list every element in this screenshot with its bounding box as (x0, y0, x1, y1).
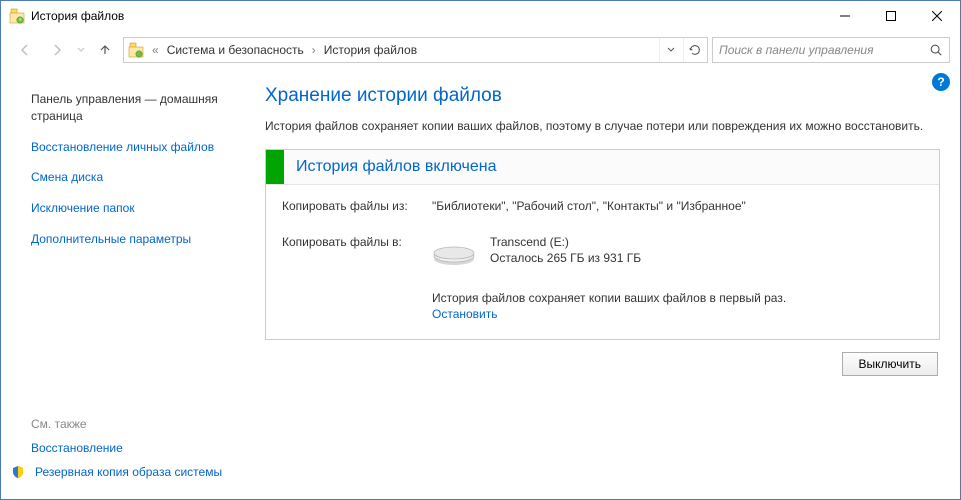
see-also-label: Резервная копия образа системы (35, 465, 222, 479)
address-icon (128, 42, 144, 58)
content-area: ? Панель управления — домашняя страница … (1, 69, 960, 499)
navigation-row: « Система и безопасность › История файло… (1, 31, 960, 69)
status-title: История файлов включена (284, 150, 508, 184)
control-panel-home[interactable]: Панель управления — домашняя страница (31, 91, 231, 125)
sidebar-link-advanced-settings[interactable]: Дополнительные параметры (31, 231, 231, 248)
status-color-bar (266, 150, 284, 184)
close-button[interactable] (914, 1, 960, 31)
forward-button[interactable] (43, 36, 71, 64)
page-heading: Хранение истории файлов (265, 85, 940, 107)
first-copy-block: История файлов сохраняет копии ваших фай… (432, 291, 923, 321)
breadcrumb-chevron-icon[interactable]: › (310, 43, 318, 57)
breadcrumb-part-1[interactable]: Система и безопасность (163, 38, 308, 62)
copy-from-value: "Библиотеки", "Рабочий стол", "Контакты"… (432, 199, 746, 213)
drive-icon (432, 239, 476, 267)
search-box[interactable] (712, 37, 950, 63)
see-also-heading: См. также (31, 417, 231, 431)
search-input[interactable] (717, 42, 927, 58)
up-button[interactable] (91, 36, 119, 64)
app-icon (9, 8, 25, 24)
main-panel: Хранение истории файлов История файлов с… (247, 69, 960, 499)
copy-from-label: Копировать файлы из: (282, 199, 432, 213)
status-box: История файлов включена Копировать файлы… (265, 149, 940, 340)
see-also-recovery[interactable]: Восстановление (31, 441, 231, 455)
see-also-system-image-backup[interactable]: Резервная копия образа системы (31, 465, 231, 479)
see-also-label: Восстановление (31, 441, 123, 455)
window-buttons (822, 1, 960, 31)
address-bar[interactable]: « Система и безопасность › История файло… (123, 37, 708, 63)
minimize-button[interactable] (822, 1, 868, 31)
recent-locations-button[interactable] (75, 38, 87, 62)
copy-to-row: Копировать файлы в: T (282, 235, 923, 267)
sidebar-link-select-drive[interactable]: Смена диска (31, 169, 231, 186)
copy-from-row: Копировать файлы из: "Библиотеки", "Рабо… (282, 199, 923, 213)
search-icon[interactable] (927, 41, 945, 59)
sidebar-link-restore[interactable]: Восстановление личных файлов (31, 139, 231, 156)
sidebar-link-exclude-folders[interactable]: Исключение папок (31, 200, 231, 217)
address-dropdown-button[interactable] (659, 38, 681, 62)
copy-to-label: Копировать файлы в: (282, 235, 432, 267)
refresh-button[interactable] (683, 38, 705, 62)
sidebar: Панель управления — домашняя страница Во… (1, 71, 247, 499)
maximize-button[interactable] (868, 1, 914, 31)
turn-off-button[interactable]: Выключить (842, 352, 938, 376)
status-header: История файлов включена (266, 150, 939, 185)
titlebar: История файлов (1, 1, 960, 31)
shield-icon (11, 465, 25, 479)
drive-free-space: Осталось 265 ГБ из 931 ГБ (490, 251, 641, 265)
drive-name: Transcend (E:) (490, 235, 641, 249)
stop-link[interactable]: Остановить (432, 307, 923, 321)
first-copy-text: История файлов сохраняет копии ваших фай… (432, 291, 786, 305)
page-description: История файлов сохраняет копии ваших фай… (265, 117, 940, 135)
back-button[interactable] (11, 36, 39, 64)
breadcrumb-part-2[interactable]: История файлов (320, 38, 421, 62)
breadcrumb-sep-icon[interactable]: « (150, 43, 161, 57)
help-button[interactable]: ? (932, 73, 950, 91)
button-footer: Выключить (265, 340, 940, 376)
window-title: История файлов (31, 9, 822, 23)
status-body: Копировать файлы из: "Библиотеки", "Рабо… (266, 185, 939, 339)
